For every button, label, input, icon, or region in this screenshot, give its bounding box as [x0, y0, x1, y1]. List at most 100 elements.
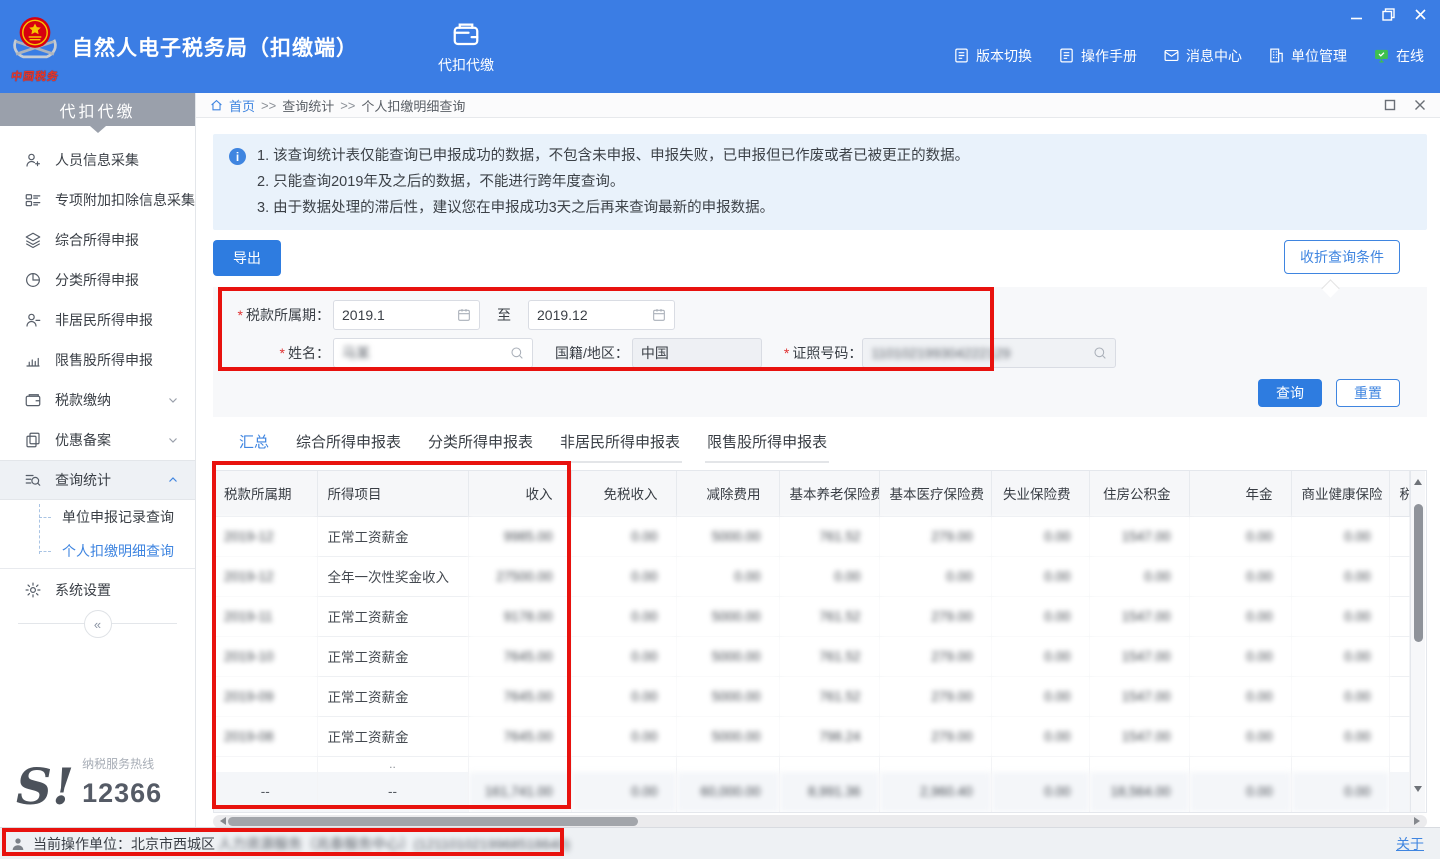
table-row[interactable]: 2019-12正常工资薪金9985.000.005000.00761.52279…	[214, 516, 1409, 556]
table-cell: 9985.00	[468, 516, 571, 556]
query-button[interactable]: 查询	[1258, 379, 1322, 407]
document-icon	[1058, 47, 1075, 64]
column-header[interactable]: 收入	[468, 471, 571, 516]
wallet-icon	[24, 391, 42, 409]
sidebar-item-special-deduction[interactable]: 专项附加扣除信息采集	[0, 180, 195, 220]
nav-manual[interactable]: 操作手册	[1058, 46, 1137, 66]
tab-summary[interactable]: 汇总	[237, 431, 271, 463]
sidebar-subitem-unit-declaration-query[interactable]: 单位申报记录查询	[0, 500, 195, 534]
sidebar-item-restricted-shares[interactable]: 限售股所得申报	[0, 340, 195, 380]
search-icon[interactable]	[509, 345, 525, 361]
scroll-left-button[interactable]	[216, 817, 226, 825]
restore-button[interactable]	[1380, 7, 1396, 21]
emblem-graphic	[8, 9, 62, 65]
column-header[interactable]: 所得项目	[317, 471, 468, 516]
id-number-field[interactable]: 110102199304222129	[862, 338, 1116, 368]
breadcrumb: 首页 >> 查询统计 >> 个人扣缴明细查询	[196, 93, 1440, 118]
period-to-field[interactable]	[528, 300, 675, 330]
sidebar-collapse-button[interactable]: «	[84, 610, 112, 638]
module-tab-label: 代扣代缴	[438, 55, 494, 75]
calendar-icon[interactable]	[456, 307, 472, 323]
breadcrumb-home[interactable]: 首页	[229, 96, 255, 115]
breadcrumb-item-current: 个人扣缴明细查询	[361, 96, 465, 115]
nav-message-center[interactable]: 消息中心	[1163, 46, 1242, 66]
table-row[interactable]: 2019-08正常工资薪金7645.000.005000.00798.24279…	[214, 716, 1409, 756]
collapse-query-button[interactable]: 收折查询条件	[1284, 240, 1400, 274]
online-status[interactable]: 在线	[1373, 46, 1424, 66]
scroll-right-button[interactable]	[1414, 817, 1424, 825]
tab-comprehensive-income-return[interactable]: 综合所得申报表	[294, 431, 403, 463]
required-mark: *	[784, 345, 789, 361]
column-header[interactable]: 住房公积金	[1089, 471, 1189, 516]
scroll-down-button[interactable]	[1411, 782, 1425, 797]
table-total-row: ----161,741.000.0060,000.008,991.362,960…	[214, 772, 1409, 812]
column-header[interactable]: 基本养老保险费	[779, 471, 879, 516]
tab-restricted-shares-return[interactable]: 限售股所得申报表	[705, 431, 829, 463]
scroll-up-button[interactable]	[1411, 471, 1425, 486]
table-cell: 7645.00	[468, 636, 571, 676]
table-cell: 761.52	[779, 636, 879, 676]
app-header: 中国税务 自然人电子税务局（扣缴端） 代扣代缴 版本切换 操作手册 消息中心	[0, 0, 1440, 93]
column-header[interactable]: 税款所属期	[214, 471, 317, 516]
layers-icon	[24, 231, 42, 249]
app-window: 中国税务 自然人电子税务局（扣缴端） 代扣代缴 版本切换 操作手册 消息中心	[0, 0, 1440, 859]
breadcrumb-item[interactable]: 查询统计	[282, 96, 334, 115]
table-cell: 2,960.40	[879, 772, 991, 812]
table-row[interactable]: 2019-12全年一次性奖金收入27500.000.000.000.000.00…	[214, 556, 1409, 596]
horizontal-scroll-thumb[interactable]	[228, 817, 638, 826]
app-title: 自然人电子税务局（扣缴端）	[72, 32, 358, 62]
table-cell: 1547.00	[1089, 676, 1189, 716]
sidebar-item-system-settings[interactable]: 系统设置	[0, 569, 195, 611]
reset-button[interactable]: 重置	[1336, 379, 1400, 407]
close-button[interactable]	[1412, 7, 1428, 21]
hotline-label: 纳税服务热线	[82, 755, 162, 772]
panel-maximize-button[interactable]	[1384, 99, 1396, 111]
column-header[interactable]: 商业健康保险	[1291, 471, 1389, 516]
column-header[interactable]: 年金	[1189, 471, 1291, 516]
sidebar-subitem-personal-withholding-query[interactable]: 个人扣缴明细查询	[0, 534, 195, 568]
nav-version-switch[interactable]: 版本切换	[953, 46, 1032, 66]
column-header[interactable]: 免税收入	[571, 471, 676, 516]
sidebar-item-personnel-info[interactable]: 人员信息采集	[0, 140, 195, 180]
column-header[interactable]: 税	[1389, 471, 1409, 516]
window-controls	[1348, 7, 1428, 21]
about-link[interactable]: 关于	[1396, 834, 1424, 854]
table-row[interactable]: 2019-10正常工资薪金7645.000.005000.00761.52279…	[214, 636, 1409, 676]
table-cell: 0.00	[779, 556, 879, 596]
sidebar-item-classified-income[interactable]: 分类所得申报	[0, 260, 195, 300]
column-header[interactable]: 减除费用	[676, 471, 779, 516]
table-cell: 5000.00	[676, 716, 779, 756]
search-icon[interactable]	[1092, 345, 1108, 361]
name-field[interactable]: 马某	[333, 338, 533, 368]
tab-withholding-module[interactable]: 代扣代缴	[420, 0, 512, 93]
chevron-up-icon	[167, 474, 179, 486]
column-header[interactable]: 失业保险费	[991, 471, 1089, 516]
table-cell: --	[214, 772, 317, 812]
sidebar-item-preferential-filing[interactable]: 优惠备案	[0, 420, 195, 460]
building-icon	[1268, 47, 1285, 64]
column-header[interactable]: 基本医疗保险费	[879, 471, 991, 516]
tab-nonresident-income-return[interactable]: 非居民所得申报表	[558, 431, 682, 463]
sidebar-item-tax-payment[interactable]: 税款缴纳	[0, 380, 195, 420]
table-row[interactable]: 2019-09正常工资薪金7645.000.005000.00761.52279…	[214, 676, 1409, 716]
horizontal-scrollbar[interactable]	[213, 815, 1427, 827]
table-row[interactable]: 2019-11正常工资薪金9178.000.005000.00761.52279…	[214, 596, 1409, 636]
tab-classified-income-return[interactable]: 分类所得申报表	[426, 431, 535, 463]
period-from-field[interactable]	[333, 300, 480, 330]
notice-line: 2. 只能查询2019年及之后的数据，不能进行跨年度查询。	[257, 169, 1411, 195]
sidebar-item-nonresident-income[interactable]: 非居民所得申报	[0, 300, 195, 340]
toolbar: 导出 收折查询条件	[213, 240, 1427, 272]
export-button[interactable]: 导出	[213, 240, 281, 276]
table-cell: 0.00	[991, 556, 1089, 596]
panel-close-button[interactable]	[1414, 99, 1426, 111]
vertical-scroll-thumb[interactable]	[1414, 504, 1423, 642]
nav-unit-management[interactable]: 单位管理	[1268, 46, 1347, 66]
calendar-icon[interactable]	[651, 307, 667, 323]
sidebar-item-query-statistics[interactable]: 查询统计	[0, 460, 195, 500]
table-cell: 0.00	[571, 596, 676, 636]
table-cell	[879, 756, 991, 772]
sidebar-item-comprehensive-income[interactable]: 综合所得申报	[0, 220, 195, 260]
table-cell: 0.00	[991, 716, 1089, 756]
minimize-button[interactable]	[1348, 7, 1364, 21]
vertical-scrollbar[interactable]	[1410, 471, 1425, 812]
